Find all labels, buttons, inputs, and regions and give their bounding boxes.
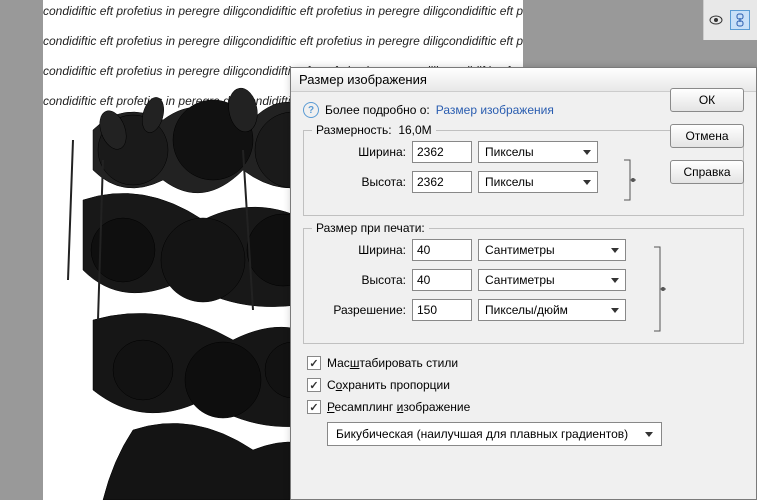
print-width-unit-select[interactable]: Сантиметры (478, 239, 626, 261)
width-label: Ширина: (316, 145, 406, 159)
pixel-width-unit-select[interactable]: Пикселы (478, 141, 598, 163)
link-icon[interactable] (730, 10, 750, 30)
print-size-group: Размер при печати: Ширина: Сантиметры Вы… (303, 228, 744, 344)
resolution-input[interactable] (412, 299, 472, 321)
print-height-unit-select[interactable]: Сантиметры (478, 269, 626, 291)
pixel-width-input[interactable] (412, 141, 472, 163)
print-height-input[interactable] (412, 269, 472, 291)
help-button[interactable]: Справка (670, 160, 744, 184)
height-label: Высота: (316, 175, 406, 189)
constrain-link-icon (622, 156, 636, 204)
constrain-label: Сохранить пропорции (327, 378, 450, 392)
print-width-label: Ширина: (316, 243, 406, 257)
print-height-label: Высота: (316, 273, 406, 287)
resample-label: Ресамплинг изображение (327, 400, 470, 414)
scale-styles-label: Масштабировать стили (327, 356, 458, 370)
constrain-proportions-checkbox[interactable] (307, 378, 321, 392)
print-width-input[interactable] (412, 239, 472, 261)
resample-method-select[interactable]: Бикубическая (наилучшая для плавных град… (327, 422, 662, 446)
layers-panel (703, 0, 757, 40)
ok-button[interactable]: ОК (670, 88, 744, 112)
resolution-unit-select[interactable]: Пикселы/дюйм (478, 299, 626, 321)
cancel-button[interactable]: Отмена (670, 124, 744, 148)
dialog-buttons: ОК Отмена Справка (670, 88, 744, 184)
constrain-link-icon (652, 243, 666, 335)
help-icon[interactable]: ? (303, 102, 319, 118)
resample-checkbox[interactable] (307, 400, 321, 414)
pixel-height-input[interactable] (412, 171, 472, 193)
scale-styles-checkbox[interactable] (307, 356, 321, 370)
pixel-height-unit-select[interactable]: Пикселы (478, 171, 598, 193)
help-text: Более подробно о: (325, 103, 430, 117)
eye-icon[interactable] (708, 12, 724, 28)
help-link[interactable]: Размер изображения (436, 103, 554, 117)
resolution-label: Разрешение: (316, 303, 406, 317)
